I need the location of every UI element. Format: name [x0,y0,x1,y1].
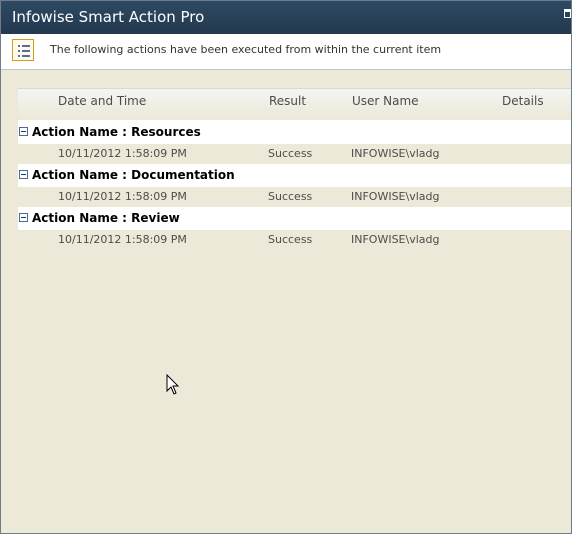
window-title: Infowise Smart Action Pro [12,8,205,26]
collapse-icon[interactable] [19,170,28,179]
date-time-cell: 10/11/2012 1:58:09 PM [58,147,187,160]
collapse-icon[interactable] [19,127,28,136]
column-header-date-time[interactable]: Date and Time [58,94,146,108]
user-name-cell: INFOWISE\vladg [351,147,440,160]
user-name-cell: INFOWISE\vladg [351,190,440,203]
table-row: 10/11/2012 1:58:09 PM Success INFOWISE\v… [18,230,571,250]
info-bar: The following actions have been executed… [1,34,571,70]
mouse-pointer-icon [166,374,180,395]
result-cell: Success [268,233,313,246]
result-cell: Success [268,147,313,160]
date-time-cell: 10/11/2012 1:58:09 PM [58,190,187,203]
group-row-resources: Action Name : Resources [18,121,571,144]
group-label: Action Name : Review [32,211,180,225]
collapse-icon[interactable] [19,213,28,222]
history-table: Date and Time Result User Name Details A… [18,88,571,258]
table-row: 10/11/2012 1:58:09 PM Success INFOWISE\v… [18,187,571,207]
table-row: 10/11/2012 1:58:09 PM Success INFOWISE\v… [18,144,571,164]
dialog-window: Infowise Smart Action Pro The following … [0,0,572,534]
group-label: Action Name : Resources [32,125,201,139]
user-name-cell: INFOWISE\vladg [351,233,440,246]
group-row-documentation: Action Name : Documentation [18,164,571,187]
title-bar: Infowise Smart Action Pro [1,1,571,34]
column-header-result[interactable]: Result [269,94,306,108]
column-header-details[interactable]: Details [502,94,544,108]
group-row-review: Action Name : Review [18,207,571,230]
maximize-icon[interactable] [564,9,571,18]
list-icon [12,39,34,61]
column-header-user-name[interactable]: User Name [352,94,419,108]
table-header: Date and Time Result User Name Details [18,88,571,121]
info-message: The following actions have been executed… [50,43,442,56]
date-time-cell: 10/11/2012 1:58:09 PM [58,233,187,246]
result-cell: Success [268,190,313,203]
group-label: Action Name : Documentation [32,168,235,182]
